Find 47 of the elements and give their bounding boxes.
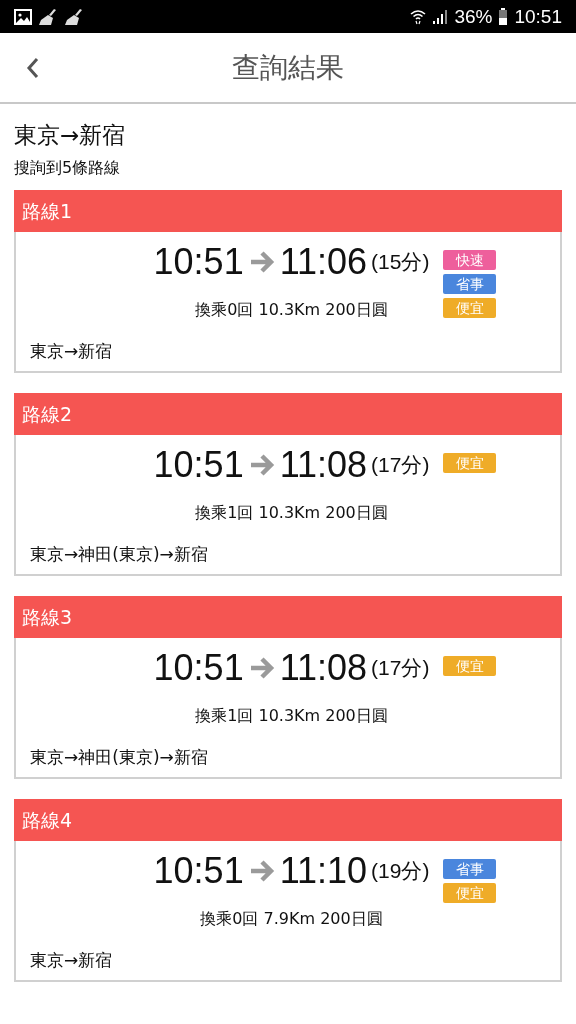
- departure-time: 10:51: [153, 850, 244, 892]
- arrow-icon: [248, 656, 275, 680]
- page-title: 查詢結果: [232, 49, 344, 86]
- route-tag: 便宜: [443, 883, 497, 903]
- back-icon[interactable]: [26, 57, 40, 79]
- route-heading: 東京→新宿: [14, 121, 127, 150]
- station-path: 東京→新宿: [30, 340, 114, 363]
- arrow-icon: [248, 453, 275, 477]
- departure-time: 10:51: [153, 241, 244, 283]
- broom-icon: [38, 7, 58, 26]
- route-tag: 便宜: [443, 656, 497, 676]
- route-tag: 省事: [443, 859, 497, 879]
- route-tag: 便宜: [443, 298, 497, 318]
- duration: (19分): [371, 858, 430, 884]
- route-header: 路線3: [14, 596, 562, 638]
- arrival-time: 11:06: [279, 241, 368, 283]
- wifi-icon: [410, 8, 427, 25]
- clock: 10:51: [514, 5, 562, 28]
- route-header: 路線2: [14, 393, 562, 435]
- route-tag: 便宜: [443, 453, 497, 473]
- duration: (17分): [371, 452, 430, 478]
- trip-info: 換乘1回 10.3Km 200日圓: [195, 705, 388, 727]
- arrow-icon: [248, 250, 275, 274]
- trip-info: 換乘1回 10.3Km 200日圓: [195, 502, 388, 524]
- signal-icon: [432, 8, 449, 25]
- trip-info: 換乘0回 10.3Km 200日圓: [195, 299, 388, 321]
- duration: (15分): [371, 249, 430, 275]
- arrival-time: 11:08: [279, 444, 368, 486]
- battery-percent: 36%: [454, 5, 493, 28]
- broom-icon: [64, 7, 84, 26]
- route-tag: 快速: [443, 250, 497, 270]
- duration: (17分): [371, 655, 430, 681]
- route-header: 路線1: [14, 190, 562, 232]
- arrow-icon: [248, 859, 275, 883]
- route-header: 路線4: [14, 799, 562, 841]
- image-icon: [14, 8, 32, 25]
- result-count: 搜詢到5條路線: [14, 157, 122, 179]
- station-path: 東京→新宿: [30, 949, 114, 972]
- arrival-time: 11:10: [279, 850, 368, 892]
- departure-time: 10:51: [153, 444, 244, 486]
- arrival-time: 11:08: [279, 647, 368, 689]
- departure-time: 10:51: [153, 647, 244, 689]
- trip-info: 換乘0回 7.9Km 200日圓: [200, 908, 383, 930]
- battery-icon: [498, 8, 509, 25]
- route-tag: 省事: [443, 274, 497, 294]
- station-path: 東京→神田(東京)→新宿: [30, 543, 209, 566]
- station-path: 東京→神田(東京)→新宿: [30, 746, 209, 769]
